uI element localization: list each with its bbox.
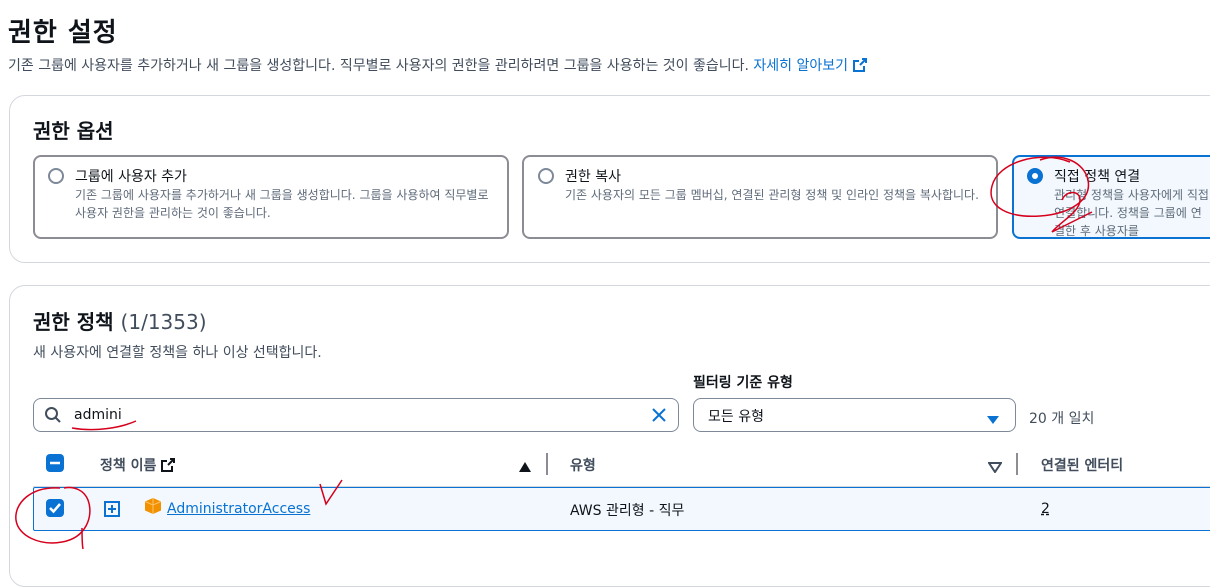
radio-attach-policies[interactable] (1027, 168, 1043, 184)
permission-policies-title: 권한 정책 (1/1353) (33, 306, 207, 335)
expand-icon[interactable] (104, 501, 120, 521)
column-name-label: 정책 이름 (100, 458, 157, 474)
option-description: 기존 사용자의 모든 그룹 멤버십, 연결된 관리형 정책 및 인라인 정책을 … (565, 188, 979, 202)
clear-search-icon[interactable] (650, 406, 668, 428)
policies-title-text: 권한 정책 (33, 310, 114, 334)
external-link-icon (852, 57, 868, 77)
caret-down-icon (986, 410, 1000, 429)
policy-name-link[interactable]: AdministratorAccess (167, 501, 310, 517)
option-label: 권한 복사 (565, 169, 621, 185)
learn-more-link[interactable]: 자세히 알아보기 (753, 58, 868, 74)
page-title: 권한 설정 (8, 18, 118, 48)
search-value[interactable]: admini (74, 407, 122, 423)
permission-options-title: 권한 옵션 (33, 119, 114, 143)
match-count: 20 개 일치 (1029, 411, 1095, 427)
sort-ascending-icon[interactable] (518, 458, 532, 477)
option-label: 직접 정책 연결 (1054, 169, 1141, 185)
radio-copy-permissions[interactable] (538, 168, 554, 184)
description-text: 기존 그룹에 사용자를 추가하거나 새 그룹을 생성합니다. 직무별로 사용자의… (8, 58, 749, 74)
row-checkbox[interactable] (46, 499, 64, 517)
search-icon (44, 406, 62, 428)
sort-icon[interactable] (987, 458, 1003, 477)
column-divider[interactable] (1016, 453, 1018, 475)
external-link-icon (160, 457, 176, 477)
option-description: 관리형 정책을 사용자에게 직접 연결합니다. 정책을 그룹에 연결한 후 사용… (1054, 188, 1209, 238)
policies-subtitle: 새 사용자에 연결할 정책을 하나 이상 선택합니다. (33, 345, 322, 361)
learn-more-label: 자세히 알아보기 (753, 58, 849, 74)
page-description: 기존 그룹에 사용자를 추가하거나 새 그룹을 생성합니다. 직무별로 사용자의… (8, 55, 868, 77)
policies-count: (1/1353) (120, 310, 207, 334)
column-header-entities[interactable]: 연결된 엔터티 (1041, 455, 1123, 475)
filter-type-label: 필터링 기준 유형 (693, 375, 793, 391)
column-divider[interactable] (546, 453, 548, 475)
attached-entities-count[interactable]: 2 (1041, 501, 1050, 517)
type-filter-value: 모든 유형 (708, 409, 764, 425)
column-header-name[interactable]: 정책 이름 (100, 455, 176, 477)
aws-managed-policy-icon (144, 497, 162, 519)
option-description: 기존 그룹에 사용자를 추가하거나 새 그룹을 생성합니다. 그룹을 사용하여 … (75, 188, 489, 220)
policy-type: AWS 관리형 - 직무 (570, 503, 685, 519)
radio-add-to-group[interactable] (48, 168, 64, 184)
option-label: 그룹에 사용자 추가 (75, 169, 187, 185)
policy-search-input[interactable] (33, 398, 679, 432)
column-header-type[interactable]: 유형 (570, 455, 596, 475)
select-all-checkbox[interactable] (46, 454, 64, 472)
